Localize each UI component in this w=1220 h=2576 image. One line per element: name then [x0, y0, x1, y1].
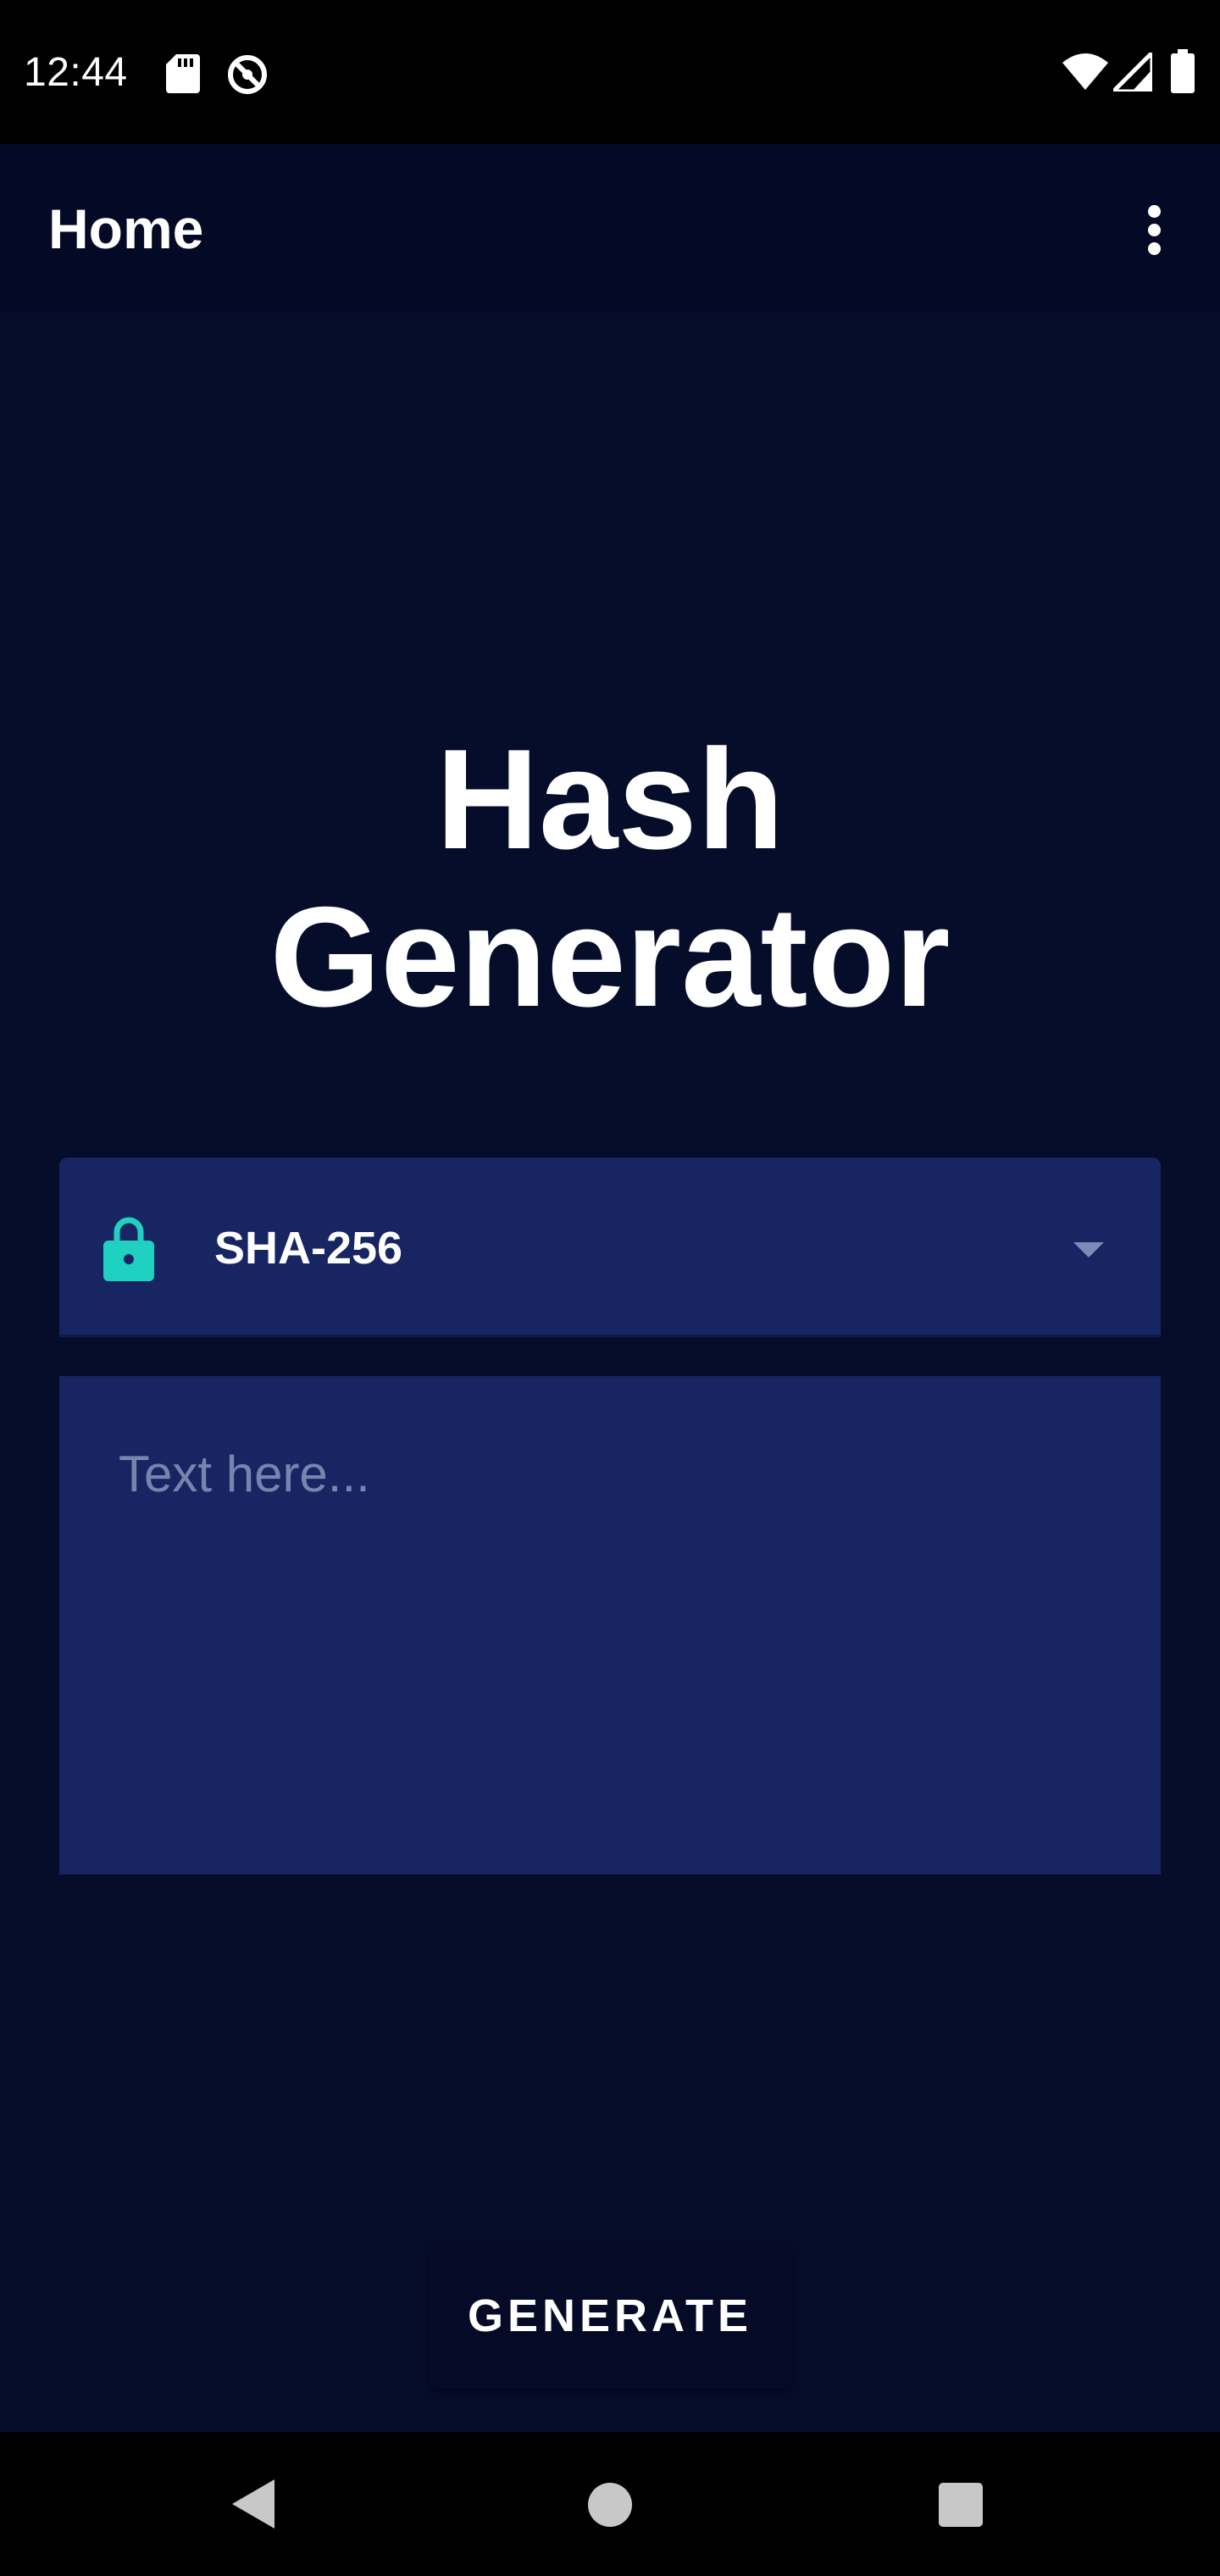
cellular-signal-icon — [1113, 53, 1152, 92]
chevron-down-icon[interactable] — [1073, 1242, 1104, 1257]
recents-icon[interactable] — [939, 2483, 983, 2527]
text-input-container — [59, 1376, 1161, 1874]
heading-line-2: Generator — [269, 877, 951, 1036]
page-heading: Hash Generator — [0, 720, 1220, 1035]
app-bar: Home — [0, 144, 1220, 312]
heading-line-1: Hash — [435, 719, 785, 879]
back-icon[interactable] — [232, 2479, 274, 2529]
status-time: 12:44 — [24, 50, 128, 95]
lock-icon — [103, 1217, 154, 1281]
status-bar: 12:44 — [0, 0, 1220, 144]
battery-icon — [1171, 49, 1195, 93]
sd-card-icon — [166, 54, 200, 93]
sync-icon — [228, 55, 267, 94]
wifi-icon — [1062, 53, 1108, 90]
home-icon[interactable] — [588, 2483, 632, 2527]
generate-button[interactable]: GENERATE — [429, 2244, 791, 2388]
more-vert-icon[interactable] — [1127, 192, 1181, 268]
text-input[interactable] — [59, 1376, 1161, 1874]
screen: 12:44 Home Hash Generator SHA-256 Text h… — [0, 0, 1220, 2576]
algorithm-dropdown[interactable]: SHA-256 — [59, 1158, 1161, 1337]
algorithm-selected-value: SHA-256 — [214, 1223, 403, 1274]
app-title: Home — [48, 197, 204, 260]
